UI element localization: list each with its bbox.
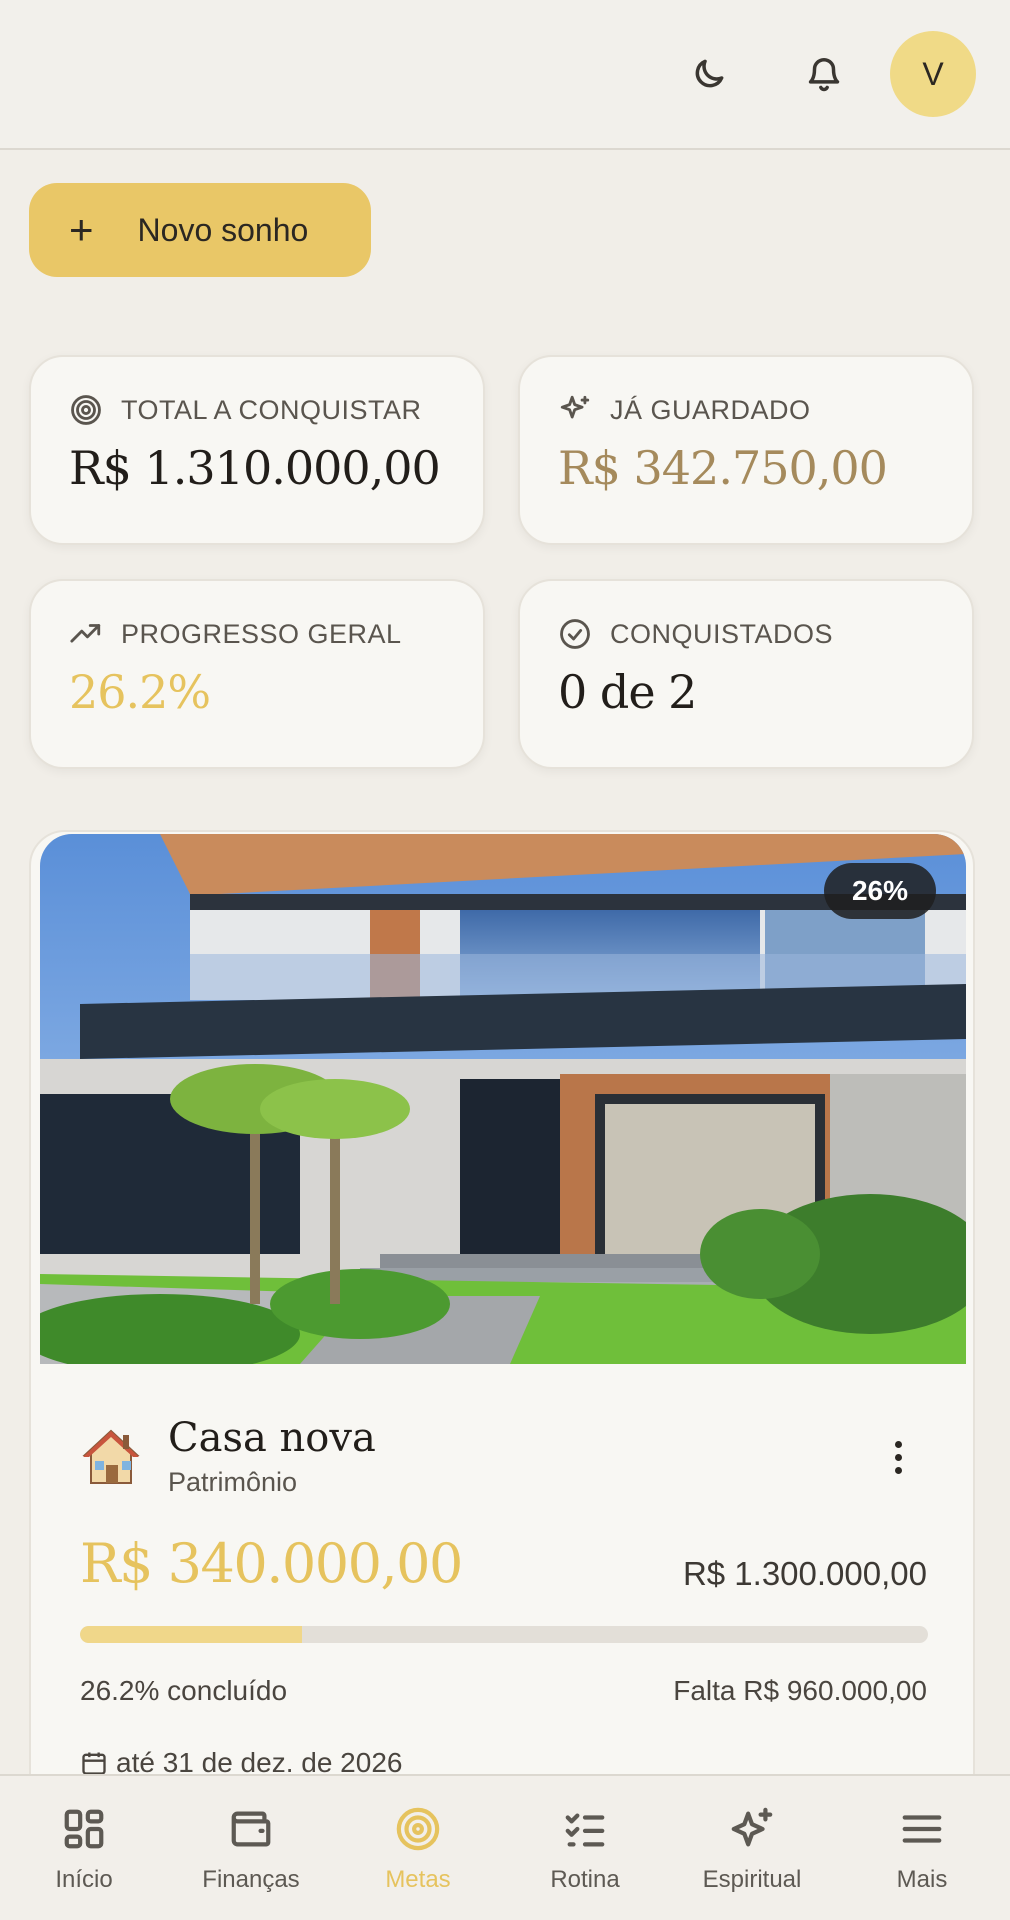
stat-label: JÁ GUARDADO [610, 394, 811, 425]
goal-percent-done: 26.2% concluído [80, 1675, 288, 1706]
new-dream-label: Novo sonho [137, 211, 309, 248]
calendar-icon [82, 1752, 106, 1775]
goal-target-amount: R$ 1.300.000,00 [682, 1555, 927, 1592]
check-circle-icon [560, 619, 590, 649]
stat-value: 0 de 2 [558, 665, 697, 719]
wallet-icon [231, 1811, 271, 1847]
sparkles-icon [731, 1807, 773, 1847]
bottom-nav: Início Finanças Metas Rotina Espiritual … [0, 1774, 1010, 1920]
stat-card-saved: JÁ GUARDADO R$ 342.750,00 [518, 355, 974, 545]
trending-up-icon [70, 624, 101, 643]
goal-title: Casa nova [168, 1415, 376, 1461]
stat-label: TOTAL A CONQUISTAR [121, 394, 422, 425]
nav-label: Mais [896, 1866, 948, 1893]
nav-label: Metas [385, 1866, 451, 1893]
top-bar: V [0, 0, 1010, 150]
stat-value: 26.2% [69, 665, 211, 719]
nav-item-espiritual[interactable]: Espiritual [668, 1806, 836, 1894]
house-icon [82, 1429, 140, 1484]
stat-card-progress: PROGRESSO GERAL 26.2% [29, 579, 485, 769]
sparkles-icon [560, 395, 590, 419]
progress-badge: 26% [824, 863, 936, 919]
target-icon [71, 395, 101, 425]
goal-progress-bar [80, 1626, 928, 1643]
notifications-button[interactable] [790, 40, 858, 108]
moon-icon [695, 59, 724, 88]
bell-icon [808, 58, 840, 92]
more-options-icon[interactable] [876, 1430, 920, 1484]
nav-label: Rotina [550, 1866, 620, 1893]
avatar[interactable]: V [890, 31, 976, 117]
nav-item-mais[interactable]: Mais [838, 1806, 1006, 1894]
nav-label: Espiritual [702, 1866, 802, 1893]
nav-label: Início [55, 1866, 113, 1893]
plus-icon: + [69, 206, 94, 253]
goal-category: Patrimônio [168, 1467, 298, 1497]
menu-icon [902, 1815, 942, 1843]
stat-label: CONQUISTADOS [610, 618, 834, 649]
target-icon [396, 1807, 440, 1851]
goal-photo: 26% [40, 834, 966, 1364]
stat-card-achieved: CONQUISTADOS 0 de 2 [518, 579, 974, 769]
goal-card[interactable]: 26% Casa nova Patrimônio R$ 340.000,00 R… [29, 830, 975, 1830]
nav-item-metas[interactable]: Metas [334, 1806, 502, 1894]
nav-item-rotina[interactable]: Rotina [501, 1806, 669, 1894]
goal-saved-amount: R$ 340.000,00 [80, 1532, 463, 1595]
stat-value: R$ 1.310.000,00 [69, 441, 441, 495]
nav-item-inicio[interactable]: Início [0, 1806, 168, 1894]
stat-label: PROGRESSO GERAL [121, 618, 402, 649]
goal-progress-fill [80, 1626, 303, 1643]
grid-icon [64, 1809, 104, 1849]
stat-value: R$ 342.750,00 [558, 441, 888, 495]
checklist-icon [565, 1813, 605, 1847]
nav-item-financas[interactable]: Finanças [167, 1806, 335, 1894]
stat-card-total: TOTAL A CONQUISTAR R$ 1.310.000,00 [29, 355, 485, 545]
new-dream-button[interactable]: + Novo sonho [29, 183, 371, 277]
goal-remaining: Falta R$ 960.000,00 [673, 1675, 927, 1706]
theme-toggle-button[interactable] [675, 40, 743, 108]
nav-label: Finanças [202, 1866, 300, 1893]
